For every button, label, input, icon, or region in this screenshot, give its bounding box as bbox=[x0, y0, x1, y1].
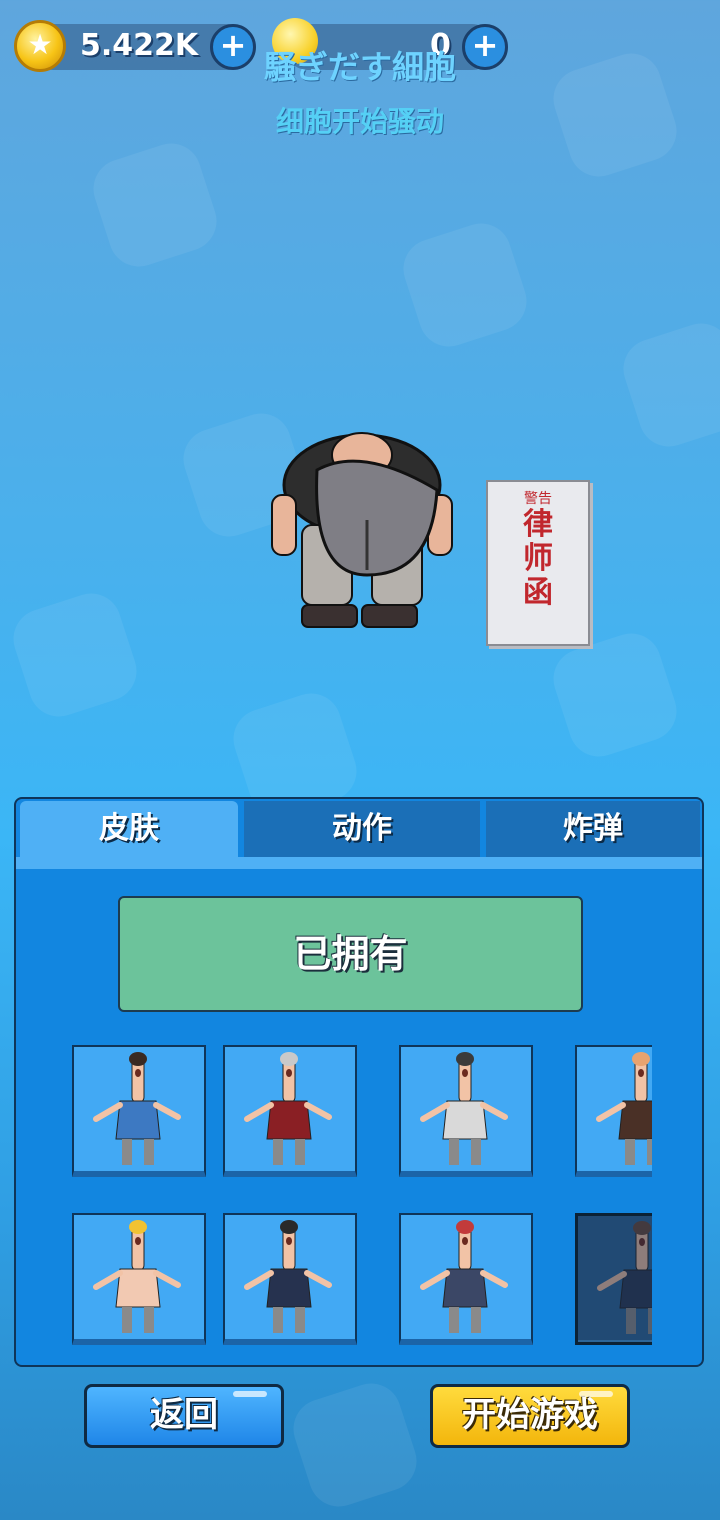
skin-card[interactable] bbox=[72, 1045, 206, 1177]
skin-blonde-pose-figure bbox=[93, 1220, 181, 1333]
back-button[interactable]: 返回 bbox=[84, 1384, 284, 1448]
shop-panel: 皮肤 动作 炸弹 已拥有 bbox=[14, 797, 704, 1367]
skin-card[interactable] bbox=[575, 1045, 652, 1177]
skin-grid bbox=[72, 1045, 652, 1355]
owned-status-button[interactable]: 已拥有 bbox=[118, 896, 583, 1012]
skin-helmet-soldier-figure bbox=[420, 1052, 508, 1165]
bent-over-character-figure bbox=[271, 432, 453, 628]
start-game-button[interactable]: 开始游戏 bbox=[430, 1384, 630, 1448]
background-pattern bbox=[545, 625, 685, 765]
skin-card[interactable] bbox=[399, 1213, 533, 1345]
tab-actions[interactable]: 动作 bbox=[244, 801, 480, 857]
skin-horse-mask-figure bbox=[578, 1216, 652, 1340]
tab-underline bbox=[16, 857, 702, 869]
skin-suit-figure bbox=[244, 1220, 332, 1333]
tab-bombs[interactable]: 炸弹 bbox=[486, 801, 700, 857]
lawyer-letter-char-1: 律 bbox=[523, 507, 553, 542]
background-pattern bbox=[5, 585, 145, 725]
skin-card[interactable] bbox=[399, 1045, 533, 1177]
skin-brown-shirt-figure bbox=[596, 1052, 652, 1165]
background-pattern bbox=[85, 135, 225, 275]
lawyer-letter-char-3: 函 bbox=[523, 575, 553, 610]
background-pattern bbox=[615, 315, 720, 455]
skin-card[interactable] bbox=[223, 1045, 357, 1177]
skin-card[interactable] bbox=[223, 1213, 357, 1345]
character-preview[interactable] bbox=[262, 425, 462, 635]
background-pattern bbox=[395, 215, 535, 355]
button-shine bbox=[579, 1391, 613, 1397]
skin-beanie-dance-figure bbox=[420, 1220, 508, 1333]
button-shine bbox=[233, 1391, 267, 1397]
page-subtitle-chinese: 细胞开始骚动 bbox=[275, 105, 444, 138]
lawyer-letter-warning: 警告 bbox=[524, 491, 552, 507]
lawyer-letter-item: 警告 律 师 函 bbox=[486, 480, 590, 646]
back-button-label: 返回 bbox=[150, 1395, 218, 1435]
page-title-japanese: 騒ぎだす細胞 bbox=[263, 48, 456, 86]
start-game-label: 开始游戏 bbox=[462, 1395, 598, 1435]
lawyer-letter-char-2: 师 bbox=[523, 541, 553, 576]
skin-chef-apron-figure bbox=[244, 1052, 332, 1165]
skin-blue-outfit-figure bbox=[93, 1052, 181, 1165]
tab-skins[interactable]: 皮肤 bbox=[20, 801, 238, 857]
skin-card[interactable] bbox=[72, 1213, 206, 1345]
background-pattern bbox=[285, 1375, 425, 1515]
skin-card[interactable] bbox=[575, 1213, 652, 1345]
